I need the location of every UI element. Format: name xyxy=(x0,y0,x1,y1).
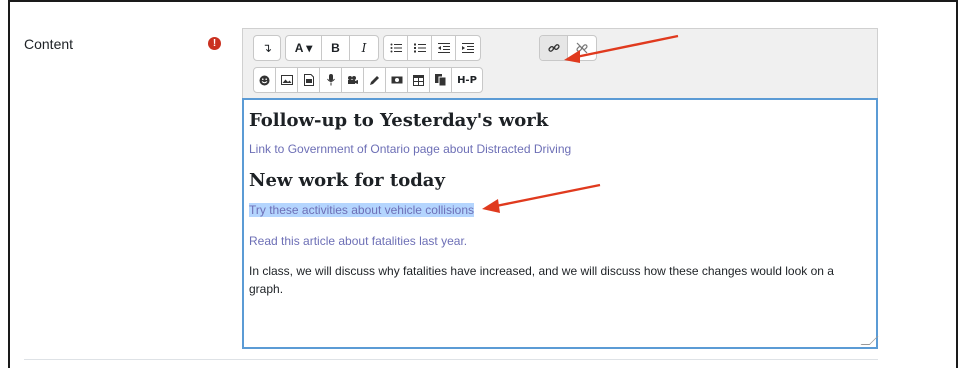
resize-handle[interactable] xyxy=(860,336,879,345)
toolbar-group-links xyxy=(539,35,597,61)
unordered-list-icon[interactable] xyxy=(384,36,408,60)
link-fatalities-article[interactable]: Read this article about fatalities last … xyxy=(249,234,467,248)
microphone-icon[interactable] xyxy=(320,68,342,92)
screen-recorder-icon[interactable] xyxy=(386,68,408,92)
paste-icon[interactable] xyxy=(430,68,452,92)
heading-new-work: New work for today xyxy=(249,170,445,191)
italic-button[interactable]: I xyxy=(350,36,378,60)
font-color-button[interactable]: A ▾ xyxy=(286,36,322,60)
image-icon[interactable] xyxy=(276,68,298,92)
toolbar-group-media: H-P xyxy=(253,67,483,93)
required-icon: ! xyxy=(208,37,221,50)
link-ontario-distracted-driving[interactable]: Link to Government of Ontario page about… xyxy=(249,142,571,156)
content-field-label: Content xyxy=(24,36,74,52)
video-camera-icon[interactable] xyxy=(342,68,364,92)
media-file-icon[interactable] xyxy=(298,68,320,92)
paragraph-class-discussion: In class, we will discuss why fatalities… xyxy=(249,264,834,296)
link-icon[interactable] xyxy=(540,36,568,60)
unlink-icon[interactable] xyxy=(568,36,596,60)
toolbar-group-collapse: ↴ xyxy=(253,35,281,61)
editor-toolbar: ↴ A ▾ B I H-P xyxy=(242,28,878,98)
outdent-icon[interactable] xyxy=(432,36,456,60)
bold-button[interactable]: B xyxy=(322,36,350,60)
toolbar-group-lists xyxy=(383,35,481,61)
h5p-button[interactable]: H-P xyxy=(452,68,482,92)
table-icon[interactable] xyxy=(408,68,430,92)
pencil-icon[interactable] xyxy=(364,68,386,92)
indent-icon[interactable] xyxy=(456,36,480,60)
collapse-toolbar-button[interactable]: ↴ xyxy=(254,36,280,60)
emoji-icon[interactable] xyxy=(254,68,276,92)
divider xyxy=(24,359,878,360)
toolbar-group-style: A ▾ B I xyxy=(285,35,379,61)
content-editor[interactable]: Follow-up to Yesterday's work Link to Go… xyxy=(242,98,879,349)
heading-followup: Follow-up to Yesterday's work xyxy=(249,110,549,131)
selected-link-text[interactable]: Try these activities about vehicle colli… xyxy=(249,203,474,217)
ordered-list-icon[interactable] xyxy=(408,36,432,60)
link-vehicle-collisions[interactable]: Try these activities about vehicle colli… xyxy=(249,203,474,217)
